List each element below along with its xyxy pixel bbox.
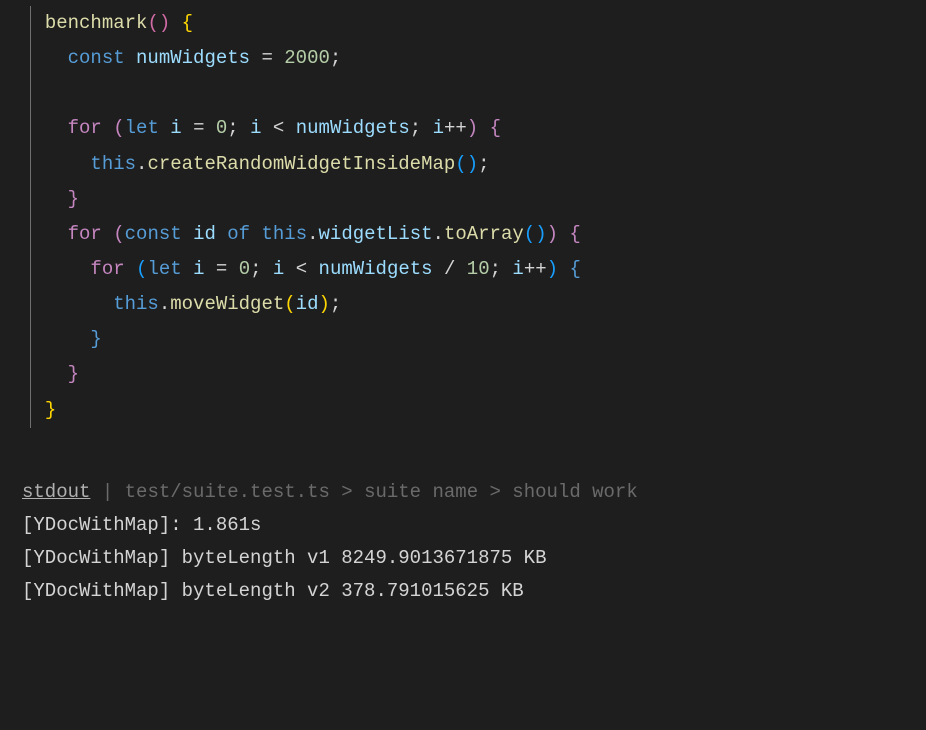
test-path: test/suite.test.ts > suite name > should… (125, 481, 638, 503)
code-editor[interactable]: benchmark() { const numWidgets = 2000; f… (0, 6, 926, 428)
variable: i (170, 117, 181, 139)
property: widgetList (319, 223, 433, 245)
method-call: toArray (444, 223, 524, 245)
paren-open: ( (455, 153, 466, 175)
semicolon: ; (330, 293, 341, 315)
brace-close: } (45, 399, 56, 421)
semicolon: ; (478, 153, 489, 175)
code-line[interactable]: const numWidgets = 2000; (22, 41, 926, 76)
semicolon: ; (330, 47, 341, 69)
code-line[interactable]: for (let i = 0; i < numWidgets; i++) { (22, 111, 926, 146)
keyword-for: for (68, 223, 102, 245)
paren-open: ( (524, 223, 535, 245)
brace-close: } (90, 328, 101, 350)
dot: . (159, 293, 170, 315)
keyword-this: this (262, 223, 308, 245)
variable: id (193, 223, 216, 245)
brace-close: } (68, 363, 79, 385)
terminal-output[interactable]: stdout | test/suite.test.ts > suite name… (0, 476, 926, 609)
argument: id (296, 293, 319, 315)
paren-open: ( (113, 223, 124, 245)
code-line[interactable]: } (22, 182, 926, 217)
paren-close: ) (467, 117, 478, 139)
code-line[interactable]: } (22, 393, 926, 428)
operator-eq: = (216, 258, 227, 280)
number: 10 (467, 258, 490, 280)
dot: . (136, 153, 147, 175)
brace-open: { (569, 223, 580, 245)
paren-close: ) (535, 223, 546, 245)
keyword-for: for (90, 258, 124, 280)
number: 0 (216, 117, 227, 139)
terminal-line: [YDocWithMap] byteLength v2 378.79101562… (22, 575, 926, 608)
paren-open: ( (147, 12, 158, 34)
operator-inc: ++ (444, 117, 467, 139)
keyword-const: const (68, 47, 125, 69)
operator-eq: = (261, 47, 272, 69)
code-line[interactable]: for (const id of this.widgetList.toArray… (22, 217, 926, 252)
dot: . (307, 223, 318, 245)
semicolon: ; (227, 117, 238, 139)
keyword-let: let (125, 117, 159, 139)
code-line[interactable]: benchmark() { (22, 6, 926, 41)
keyword-of: of (227, 223, 250, 245)
semicolon: ; (490, 258, 501, 280)
code-line[interactable]: } (22, 357, 926, 392)
operator-lt: < (296, 258, 307, 280)
code-line-blank[interactable] (22, 76, 926, 111)
stdout-label: stdout (22, 481, 90, 503)
variable: numWidgets (296, 117, 410, 139)
number: 0 (239, 258, 250, 280)
brace-open: { (182, 12, 193, 34)
code-line[interactable]: this.createRandomWidgetInsideMap(); (22, 147, 926, 182)
dot: . (433, 223, 444, 245)
keyword-let: let (147, 258, 181, 280)
keyword-this: this (113, 293, 159, 315)
operator-lt: < (273, 117, 284, 139)
keyword-this: this (90, 153, 136, 175)
keyword-for: for (68, 117, 102, 139)
operator-div: / (444, 258, 455, 280)
paren-open: ( (136, 258, 147, 280)
method-call: moveWidget (170, 293, 284, 315)
variable: i (193, 258, 204, 280)
keyword-const: const (125, 223, 182, 245)
paren-close: ) (159, 12, 170, 34)
code-line[interactable]: this.moveWidget(id); (22, 287, 926, 322)
variable: i (433, 117, 444, 139)
method-call: createRandomWidgetInsideMap (147, 153, 455, 175)
code-line[interactable]: } (22, 322, 926, 357)
paren-open: ( (113, 117, 124, 139)
variable: numWidgets (136, 47, 250, 69)
brace-open: { (490, 117, 501, 139)
paren-close: ) (467, 153, 478, 175)
paren-open: ( (284, 293, 295, 315)
paren-close: ) (547, 258, 558, 280)
variable: numWidgets (319, 258, 433, 280)
paren-close: ) (318, 293, 329, 315)
code-line[interactable]: for (let i = 0; i < numWidgets / 10; i++… (22, 252, 926, 287)
pipe-separator: | (90, 481, 124, 503)
function-name: benchmark (45, 12, 148, 34)
semicolon: ; (250, 258, 261, 280)
number: 2000 (284, 47, 330, 69)
operator-eq: = (193, 117, 204, 139)
semicolon: ; (410, 117, 421, 139)
terminal-header: stdout | test/suite.test.ts > suite name… (22, 476, 926, 509)
terminal-line: [YDocWithMap]: 1.861s (22, 509, 926, 542)
brace-open: { (569, 258, 580, 280)
variable: i (273, 258, 284, 280)
terminal-line: [YDocWithMap] byteLength v1 8249.9013671… (22, 542, 926, 575)
paren-close: ) (547, 223, 558, 245)
variable: i (512, 258, 523, 280)
operator-inc: ++ (524, 258, 547, 280)
brace-close: } (68, 188, 79, 210)
variable: i (250, 117, 261, 139)
